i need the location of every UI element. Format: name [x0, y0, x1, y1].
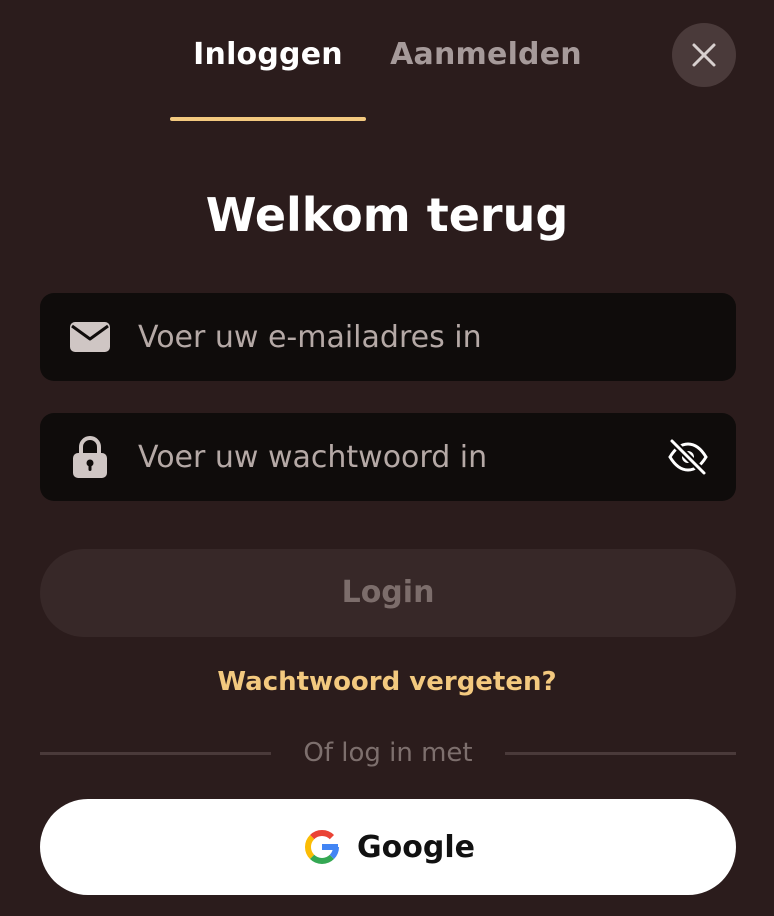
password-input[interactable] [138, 413, 638, 501]
login-button[interactable]: Login [40, 549, 736, 637]
close-button[interactable] [672, 23, 736, 87]
google-login-button[interactable]: Google [40, 799, 736, 895]
google-button-label: Google [357, 829, 475, 865]
page-title: Welkom terug [205, 188, 569, 242]
lock-icon [70, 436, 110, 478]
divider-label: Of log in met [303, 738, 473, 768]
tab-login[interactable]: Inloggen [170, 32, 366, 78]
divider-line-right [505, 752, 736, 755]
google-logo-icon [301, 826, 343, 868]
close-icon [692, 43, 716, 67]
tab-register[interactable]: Aanmelden [386, 32, 586, 78]
forgot-password-link[interactable]: Wachtwoord vergeten? [0, 662, 774, 702]
toggle-password-visibility-button[interactable] [664, 433, 712, 481]
password-field-container [40, 413, 736, 501]
active-tab-indicator [170, 117, 366, 121]
eye-off-icon [668, 438, 708, 476]
email-input[interactable] [138, 293, 638, 381]
divider-line-left [40, 752, 271, 755]
email-field-container [40, 293, 736, 381]
auth-tabs: Inloggen Aanmelden [0, 0, 774, 122]
envelope-icon [70, 317, 110, 357]
